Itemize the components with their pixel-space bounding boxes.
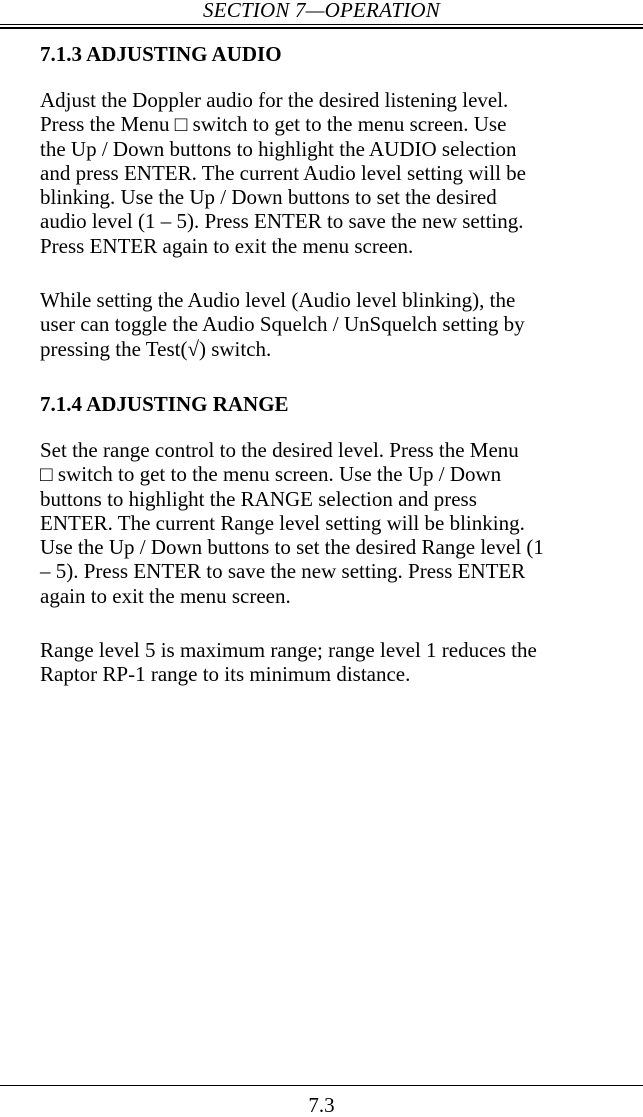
paragraph: While setting the Audio level (Audio lev… (40, 288, 525, 361)
header-rule-thick (0, 27, 643, 29)
section-title: SECTION 7—OPERATION (203, 0, 440, 22)
header-rule-thin (0, 24, 643, 25)
paragraph: Range level 5 is maximum range; range le… (40, 638, 537, 687)
paragraph: Set the range control to the desired lev… (40, 438, 544, 608)
section-heading: 7.1.4 ADJUSTING RANGE (40, 392, 289, 416)
footer-rule (0, 1085, 643, 1086)
page-number: 7.3 (308, 1093, 335, 1117)
paragraph: Adjust the Doppler audio for the desired… (40, 88, 527, 258)
section-heading: 7.1.3 ADJUSTING AUDIO (40, 42, 282, 66)
